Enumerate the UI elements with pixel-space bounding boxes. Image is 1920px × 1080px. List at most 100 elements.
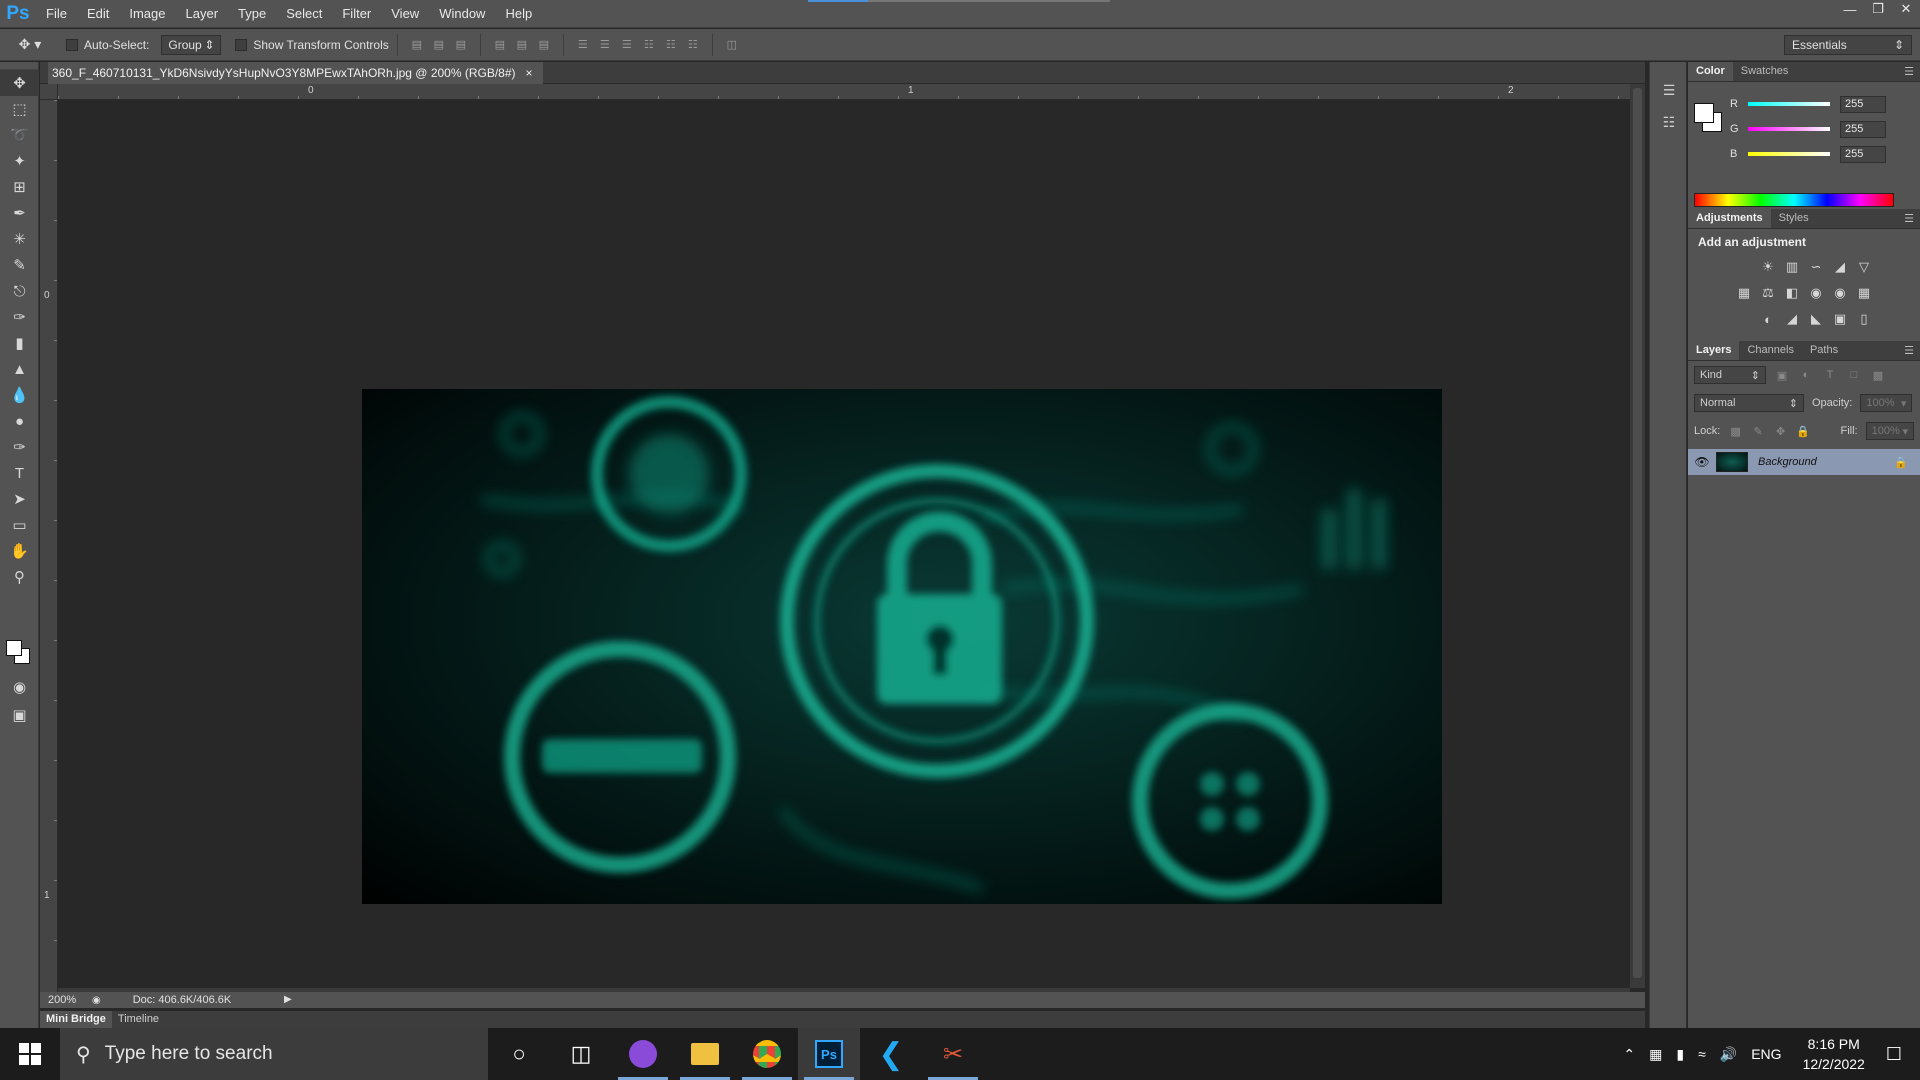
green-value-input[interactable]: 255 [1840, 120, 1886, 138]
scrollbar-thumb[interactable] [1633, 88, 1642, 978]
distribute-top-icon[interactable]: ☰ [572, 34, 594, 56]
restore-icon[interactable]: ❐ [1864, 0, 1892, 18]
threshold-icon[interactable]: ◣ [1806, 309, 1826, 329]
fill-input[interactable]: 100% ▾ [1865, 422, 1914, 440]
magic-wand-tool-icon[interactable]: ✦ [0, 148, 39, 174]
align-bottom-icon[interactable]: ▤ [450, 34, 472, 56]
status-menu-arrow-icon[interactable]: ▶ [284, 994, 292, 1005]
task-view-icon[interactable]: ◫ [550, 1028, 612, 1080]
zoom-tool-icon[interactable]: ⚲ [0, 564, 39, 590]
tab-timeline[interactable]: Timeline [112, 1011, 165, 1028]
taskbar-clock[interactable]: 8:16 PM 12/2/2022 [1789, 1034, 1879, 1074]
kind-filter-dropdown[interactable]: Kind ⇕ [1694, 366, 1766, 384]
tab-adjustments[interactable]: Adjustments [1688, 209, 1771, 228]
selective-color-icon[interactable]: ▣ [1830, 309, 1850, 329]
document-image[interactable] [362, 389, 1442, 904]
panel-grip[interactable] [0, 62, 38, 70]
curves-icon[interactable]: ∽ [1806, 257, 1826, 277]
cortana-icon[interactable]: ○ [488, 1028, 550, 1080]
eyedropper-tool-icon[interactable]: ✒ [0, 200, 39, 226]
align-left-icon[interactable]: ▤ [489, 34, 511, 56]
layer-name[interactable]: Background [1758, 456, 1817, 468]
workspace-dropdown[interactable]: Essentials ⇕ [1784, 35, 1912, 55]
color-balance-icon[interactable]: ⚖ [1758, 283, 1778, 303]
panel-menu-icon[interactable]: ☰ [1904, 212, 1914, 225]
foreground-color-chip[interactable] [1694, 103, 1714, 123]
github-desktop-icon[interactable] [612, 1028, 674, 1080]
snipping-tool-icon[interactable]: ✂ [922, 1028, 984, 1080]
status-info-icon[interactable]: ◉ [92, 995, 101, 1006]
red-slider[interactable] [1748, 102, 1830, 106]
distribute-vcenter-icon[interactable]: ☰ [594, 34, 616, 56]
show-transform-checkbox[interactable]: Show Transform Controls [235, 38, 389, 52]
quick-mask-icon[interactable]: ◉ [0, 674, 39, 700]
hue-saturation-icon[interactable]: ▦ [1734, 283, 1754, 303]
clone-stamp-tool-icon[interactable]: ⎋ [0, 278, 39, 304]
blue-value-input[interactable]: 255 [1840, 145, 1886, 163]
menu-edit[interactable]: Edit [77, 0, 119, 28]
tab-paths[interactable]: Paths [1802, 341, 1846, 360]
menu-layer[interactable]: Layer [176, 0, 229, 28]
tray-app-icon[interactable]: ▦ [1642, 1046, 1669, 1063]
layer-row-background[interactable]: 👁 Background 🔒 [1688, 449, 1920, 475]
foreground-color-swatch[interactable] [6, 640, 22, 656]
posterize-icon[interactable]: ◢ [1782, 309, 1802, 329]
input-language[interactable]: ENG [1744, 1046, 1788, 1062]
blur-tool-icon[interactable]: 💧 [0, 382, 39, 408]
blend-mode-dropdown[interactable]: Normal ⇕ [1694, 394, 1804, 412]
tab-layers[interactable]: Layers [1688, 341, 1740, 360]
path-selection-tool-icon[interactable]: ➤ [0, 486, 39, 512]
notifications-icon[interactable]: ☐ [1879, 1044, 1920, 1065]
vertical-scrollbar[interactable] [1630, 84, 1645, 988]
eraser-tool-icon[interactable]: ▮ [0, 330, 39, 356]
photo-filter-icon[interactable]: ◉ [1806, 283, 1826, 303]
tab-color[interactable]: Color [1688, 62, 1733, 81]
menu-window[interactable]: Window [429, 0, 495, 28]
pen-tool-icon[interactable]: ✑ [0, 434, 39, 460]
move-tool-icon[interactable]: ✥ [0, 70, 39, 96]
auto-align-layers-icon[interactable]: ◫ [721, 34, 743, 56]
type-tool-icon[interactable]: T [0, 460, 39, 486]
align-right-icon[interactable]: ▤ [533, 34, 555, 56]
menu-file[interactable]: File [36, 0, 77, 28]
black-white-icon[interactable]: ◧ [1782, 283, 1802, 303]
show-hidden-icons-icon[interactable]: ⌃ [1616, 1046, 1642, 1063]
volume-icon[interactable]: 🔊 [1713, 1046, 1744, 1063]
gradient-map-icon[interactable]: ▯ [1854, 309, 1874, 329]
lasso-tool-icon[interactable]: ➰ [0, 122, 39, 148]
menu-filter[interactable]: Filter [332, 0, 381, 28]
file-explorer-icon[interactable] [674, 1028, 736, 1080]
distribute-left-icon[interactable]: ☷ [638, 34, 660, 56]
close-icon[interactable]: ✕ [1892, 0, 1920, 18]
panel-menu-icon[interactable]: ☰ [1904, 344, 1914, 357]
menu-view[interactable]: View [381, 0, 429, 28]
distribute-right-icon[interactable]: ☷ [682, 34, 704, 56]
marquee-tool-icon[interactable]: ⬚ [0, 96, 39, 122]
lock-image-icon[interactable]: ✎ [1751, 425, 1766, 438]
lock-position-icon[interactable]: ✥ [1773, 425, 1788, 438]
smart-object-filter-icon[interactable]: ▩ [1870, 369, 1886, 382]
minimize-icon[interactable]: — [1836, 0, 1864, 18]
lock-all-icon[interactable]: 🔒 [1796, 425, 1811, 438]
taskbar-search-box[interactable]: ⚲ Type here to search [60, 1028, 488, 1080]
visibility-eye-icon[interactable]: 👁 [1688, 455, 1716, 469]
distribute-hcenter-icon[interactable]: ☷ [660, 34, 682, 56]
auto-select-box[interactable] [66, 38, 78, 51]
color-lookup-icon[interactable]: ▦ [1854, 283, 1874, 303]
menu-image[interactable]: Image [119, 0, 175, 28]
shape-filter-icon[interactable]: □ [1846, 369, 1862, 381]
vertical-ruler[interactable]: 0 1 [40, 100, 58, 1000]
panel-grip[interactable] [1650, 62, 1686, 74]
panel-menu-icon[interactable]: ☰ [1904, 65, 1914, 78]
tab-swatches[interactable]: Swatches [1733, 62, 1797, 81]
opacity-input[interactable]: 100% ▾ [1860, 394, 1913, 412]
ruler-origin[interactable] [40, 84, 58, 100]
healing-brush-tool-icon[interactable]: ✳ [0, 226, 39, 252]
chrome-icon[interactable] [736, 1028, 798, 1080]
tab-channels[interactable]: Channels [1739, 341, 1801, 360]
align-vcenter-icon[interactable]: ▤ [428, 34, 450, 56]
screen-mode-icon[interactable]: ▣ [0, 702, 39, 728]
channel-mixer-icon[interactable]: ◉ [1830, 283, 1850, 303]
battery-icon[interactable]: ▮ [1669, 1046, 1691, 1063]
menu-help[interactable]: Help [495, 0, 542, 28]
